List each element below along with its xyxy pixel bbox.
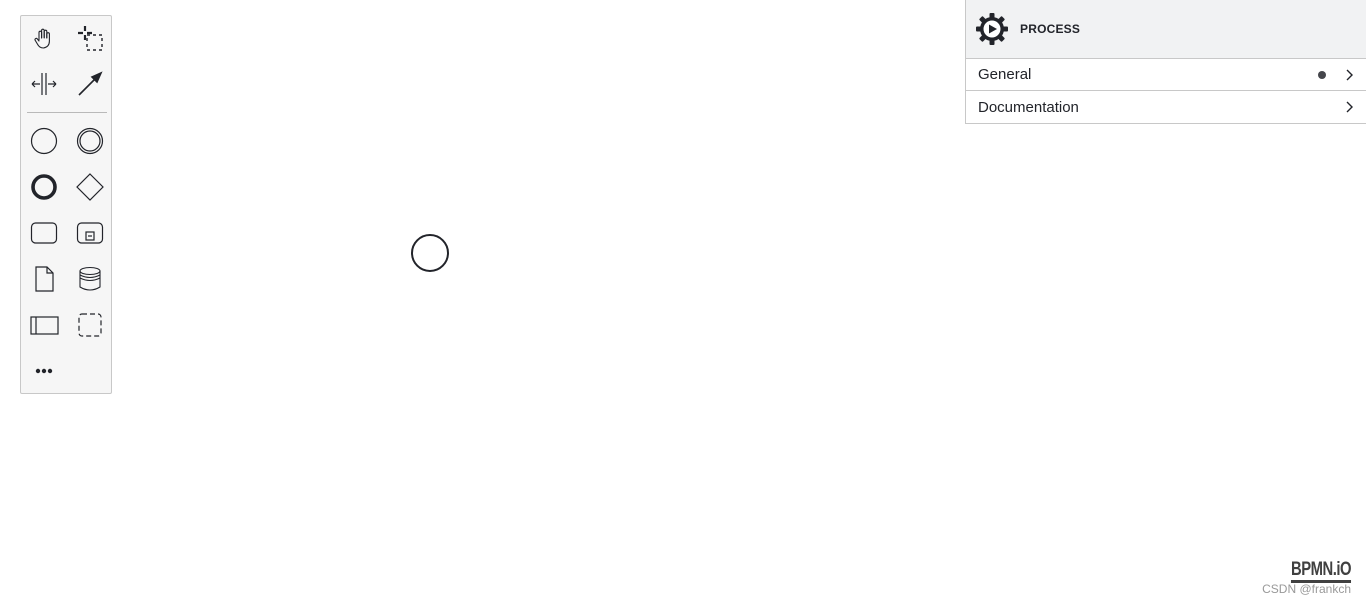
global-connect-tool-icon[interactable]: [73, 67, 107, 101]
csdn-credit-watermark: CSDN @frankch: [1262, 582, 1351, 596]
tool-palette: [20, 15, 112, 394]
group-documentation[interactable]: Documentation: [966, 91, 1366, 123]
diagram-canvas[interactable]: PROCESS General Documentation BPMN.iO CS…: [0, 0, 1366, 604]
start-event-shape[interactable]: [410, 233, 450, 273]
subprocess-icon[interactable]: [73, 216, 107, 250]
gateway-icon[interactable]: [73, 170, 107, 204]
group-general-label: General: [978, 66, 1032, 83]
chevron-right-icon[interactable]: [1342, 68, 1356, 82]
data-store-icon[interactable]: [73, 262, 107, 296]
bpmn-io-logo[interactable]: BPMN.iO: [1290, 560, 1351, 583]
lasso-tool-icon[interactable]: [73, 21, 107, 55]
group-general[interactable]: General: [966, 59, 1366, 91]
process-icon: [975, 12, 1009, 46]
group-icon[interactable]: [73, 308, 107, 342]
properties-panel: PROCESS General Documentation: [965, 0, 1366, 124]
palette-separator: [27, 112, 107, 113]
participant-icon[interactable]: [27, 308, 61, 342]
properties-panel-header: PROCESS: [966, 0, 1366, 59]
end-event-icon[interactable]: [27, 170, 61, 204]
entries-indicator-dot: [1318, 71, 1326, 79]
data-object-icon[interactable]: [27, 262, 61, 296]
intermediate-event-icon[interactable]: [73, 124, 107, 158]
hand-tool-icon[interactable]: [27, 21, 61, 55]
properties-panel-title: PROCESS: [1020, 22, 1081, 36]
chevron-right-icon[interactable]: [1342, 100, 1356, 114]
space-tool-icon[interactable]: [27, 67, 61, 101]
task-icon[interactable]: [27, 216, 61, 250]
group-documentation-label: Documentation: [978, 98, 1079, 116]
more-icon[interactable]: [27, 354, 61, 388]
start-event-icon[interactable]: [27, 124, 61, 158]
